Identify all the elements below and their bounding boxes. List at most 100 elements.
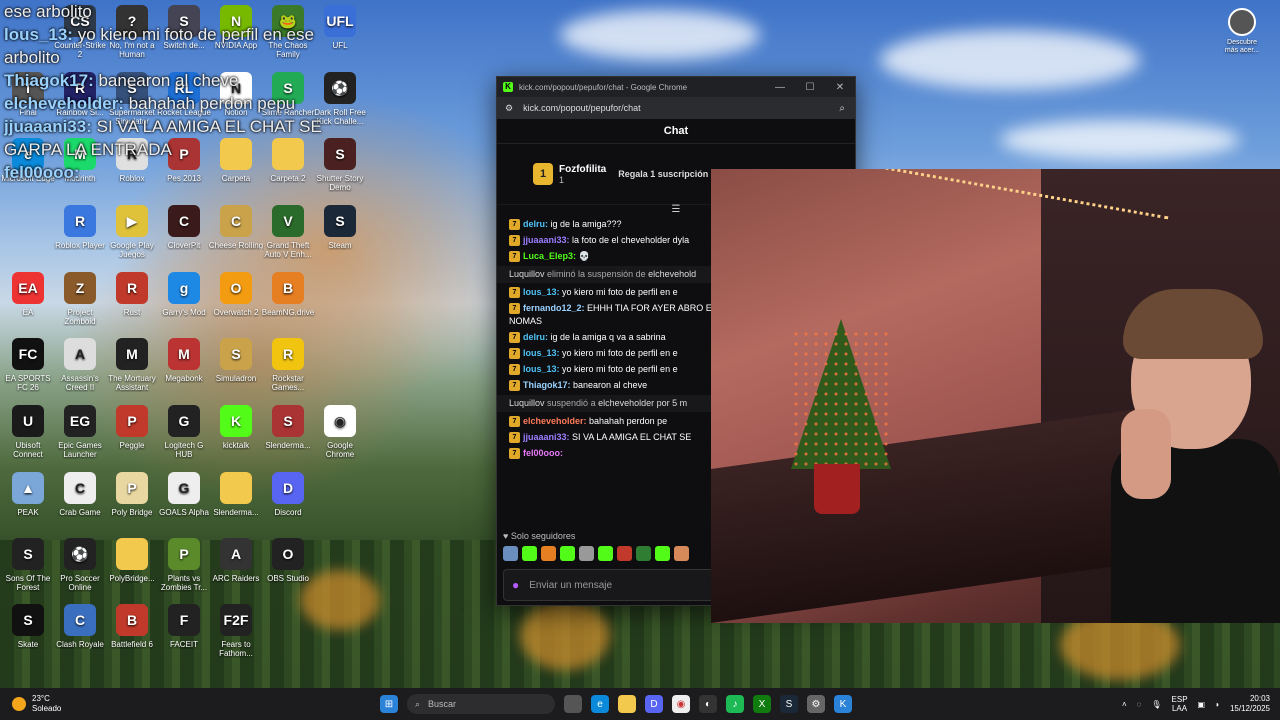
chat-username[interactable]: lous_13: (523, 348, 562, 358)
emote-icon[interactable] (560, 545, 575, 561)
chevron-up-icon[interactable]: ˄ (1122, 700, 1127, 709)
desktop-icon[interactable]: B BeamNG.drive (260, 272, 316, 338)
desktop-icon[interactable]: ▶ Google Play Juegos (104, 205, 160, 271)
gift-sub-text[interactable]: Regala 1 suscripción (618, 169, 708, 179)
mic-tray-icon[interactable]: 🎙 (1151, 700, 1161, 709)
desktop-icon[interactable]: M The Mortuary Assistant (104, 338, 160, 404)
desktop-icon[interactable]: S Sons Of The Forest (0, 538, 56, 604)
desktop-icon[interactable]: PolyBridge... (104, 538, 160, 604)
file-explorer-icon[interactable] (618, 695, 636, 713)
desktop-icon[interactable]: R Roblox Player (52, 205, 108, 271)
steam-icon[interactable]: S (780, 695, 798, 713)
desktop-icon[interactable]: EA EA (0, 272, 56, 338)
emote-icon[interactable] (636, 545, 651, 561)
desktop-icon[interactable]: P Poly Bridge (104, 472, 160, 538)
address-bar[interactable]: ⚙ kick.com/popout/pepufor/chat ⌕ (497, 97, 855, 119)
emote-icon[interactable] (617, 545, 632, 561)
desktop-icon[interactable]: F FACEIT (156, 604, 212, 670)
desktop-icon[interactable]: C Cheese Rolling (208, 205, 264, 271)
desktop-icon[interactable]: P Plants vs Zombies Tr... (156, 538, 212, 604)
search-box[interactable]: ⌕ Buscar (407, 694, 555, 714)
chat-username[interactable]: Thiagok17: (523, 380, 573, 390)
desktop-icon[interactable]: Kkicktalk (208, 405, 264, 471)
desktop-icon[interactable]: A ARC Raiders (208, 538, 264, 604)
microphone-icon[interactable]: ● (512, 578, 519, 592)
emote-icon[interactable] (674, 545, 689, 561)
desktop-icon[interactable]: M Megabonk (156, 338, 212, 404)
window-titlebar[interactable]: K kick.com/popout/pepufor/chat - Google … (497, 77, 855, 97)
moderator-name[interactable]: Luquillov (509, 269, 547, 279)
desktop-icon-discover[interactable]: Descubre más acer... (1220, 8, 1264, 55)
weather-widget[interactable]: 23°C Soleado (12, 694, 132, 714)
desktop-icon[interactable]: ◉ Google Chrome (312, 405, 368, 471)
chat-username[interactable]: Luca_Elep3: (523, 251, 579, 261)
desktop-icon[interactable]: C CloverPit (156, 205, 212, 271)
chat-username[interactable]: lous_13: (523, 364, 562, 374)
network-icon[interactable]: ◌ (1137, 700, 1142, 709)
emote-icon[interactable] (503, 545, 518, 561)
desktop-icon[interactable]: F2F Fears to Fathom... (208, 604, 264, 670)
desktop-icon[interactable]: FC EA SPORTS FC 26 (0, 338, 56, 404)
desktop-icon[interactable]: R Rockstar Games... (260, 338, 316, 404)
desktop-icon[interactable]: D Discord (260, 472, 316, 538)
emote-icon[interactable] (522, 545, 537, 561)
moderator-name[interactable]: Luquillov (509, 398, 547, 408)
emote-icon[interactable] (541, 545, 556, 561)
language-indicator[interactable]: ESP LAA (1172, 695, 1188, 713)
top-gifter-name[interactable]: Fozfofilita (559, 164, 606, 175)
emote-icon[interactable] (579, 545, 594, 561)
maximize-button[interactable]: ☐ (795, 82, 825, 93)
close-button[interactable]: ✕ (825, 82, 855, 93)
desktop-icon[interactable]: Z Project Zomboid (52, 272, 108, 338)
desktop-icon[interactable]: G Logitech G HUB (156, 405, 212, 471)
start-button[interactable]: ⊞ (380, 695, 398, 713)
desktop-icon[interactable]: R Rust (104, 272, 160, 338)
xbox-icon[interactable]: X (753, 695, 771, 713)
settings-icon[interactable]: ⚙ (807, 695, 825, 713)
chat-username[interactable]: delru: (523, 219, 551, 229)
chat-username[interactable]: jjuaaani33: (523, 432, 572, 442)
desktop-icon[interactable]: ⚽ Pro Soccer Online (52, 538, 108, 604)
desktop-icon[interactable]: C Clash Royale (52, 604, 108, 670)
chat-username[interactable]: delru: (523, 332, 551, 342)
desktop-icon[interactable]: S Slenderma... (260, 405, 316, 471)
desktop-icon[interactable]: S Simuladron (208, 338, 264, 404)
clock[interactable]: 20:03 15/12/2025 (1230, 694, 1270, 714)
desktop-icon[interactable]: B Battlefield 6 (104, 604, 160, 670)
desktop-icon[interactable]: ▲ PEAK (0, 472, 56, 538)
discord-icon[interactable]: D (645, 695, 663, 713)
app-icon[interactable]: K (834, 695, 852, 713)
desktop-icon[interactable]: C Crab Game (52, 472, 108, 538)
zoom-icon[interactable]: ⌕ (839, 103, 845, 114)
chat-username[interactable]: lous_13: (523, 287, 562, 297)
desktop-icon[interactable]: V Grand Theft Auto V Enh... (260, 205, 316, 271)
volume-icon[interactable]: ◗ (1215, 700, 1220, 709)
desktop-icon[interactable]: O OBS Studio (260, 538, 316, 604)
target-user[interactable]: elcheveholder por 5 m (598, 398, 687, 408)
chrome-icon[interactable]: ◉ (672, 695, 690, 713)
edge-icon[interactable]: e (591, 695, 609, 713)
site-settings-icon[interactable]: ⚙ (505, 103, 513, 114)
wifi-icon[interactable]: ▣ (1198, 700, 1206, 709)
desktop-icon[interactable]: Slenderma... (208, 472, 264, 538)
desktop-icon[interactable]: g Garry's Mod (156, 272, 212, 338)
desktop-icon[interactable]: O Overwatch 2 (208, 272, 264, 338)
desktop-icon[interactable]: P Peggle (104, 405, 160, 471)
chat-username[interactable]: jjuaaani33: (523, 235, 572, 245)
minimize-button[interactable]: — (765, 82, 795, 93)
desktop-icon[interactable]: G GOALS Alpha (156, 472, 212, 538)
chat-username[interactable]: fernando12_2: (523, 303, 587, 313)
desktop-icon[interactable]: A Assassin's Creed II (52, 338, 108, 404)
target-user[interactable]: elchevehold (648, 269, 696, 279)
task-view-icon[interactable] (564, 695, 582, 713)
emote-icon[interactable] (655, 545, 670, 561)
github-icon[interactable]: ◐ (699, 695, 717, 713)
desktop-icon[interactable]: U Ubisoft Connect (0, 405, 56, 471)
emote-icon[interactable] (598, 545, 613, 561)
spotify-icon[interactable]: ♪ (726, 695, 744, 713)
chat-username[interactable]: elcheveholder: (523, 416, 589, 426)
desktop-icon[interactable]: S Skate (0, 604, 56, 670)
chat-username[interactable]: fel00ooo: (523, 448, 563, 458)
desktop-icon[interactable]: S Steam (312, 205, 368, 271)
desktop-icon[interactable]: EG Epic Games Launcher (52, 405, 108, 471)
